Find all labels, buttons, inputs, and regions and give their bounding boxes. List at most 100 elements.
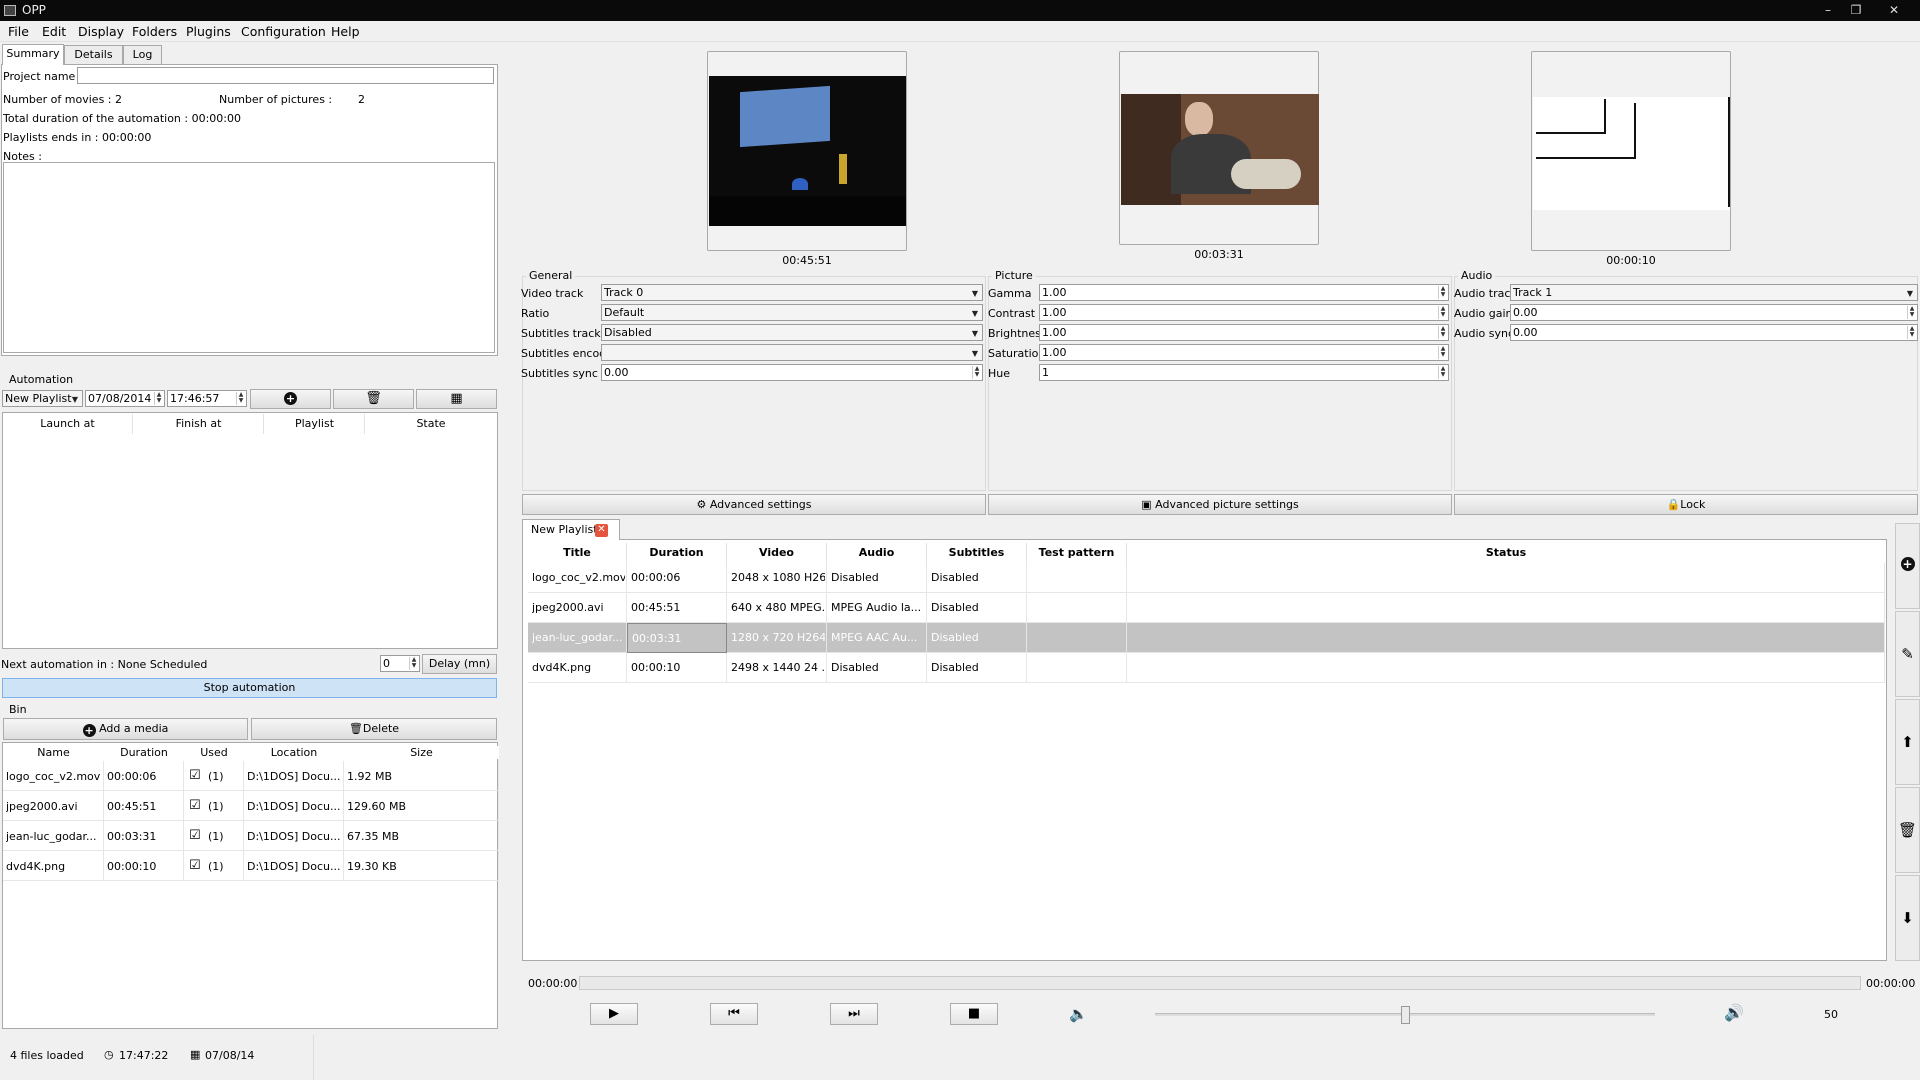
notes-textarea[interactable] [3, 162, 495, 353]
bin-cell-duration[interactable]: 00:45:51 [104, 791, 184, 821]
col-finish-at[interactable]: Finish at [134, 414, 264, 434]
volume-low-icon[interactable]: 🔈 [1069, 1005, 1088, 1023]
spin-icon[interactable]: ▲ ▼ [1907, 326, 1916, 339]
playlist-cell-subtitles[interactable]: Disabled [927, 593, 1027, 623]
volume-high-icon[interactable]: 🔊 [1724, 1003, 1744, 1022]
delete-automation-button[interactable]: 🗑 [333, 389, 414, 409]
volume-slider[interactable] [1155, 1006, 1655, 1024]
previous-button[interactable]: ⏮ [710, 1003, 758, 1025]
bin-cell-duration[interactable]: 00:00:06 [104, 761, 184, 791]
bin-col-name[interactable]: Name [3, 746, 104, 759]
pl-col-audio[interactable]: Audio [827, 543, 927, 563]
col-playlist[interactable]: Playlist [265, 414, 365, 434]
audio-gain-input[interactable]: 0.00 ▲ ▼ [1510, 304, 1918, 321]
bin-cell-location[interactable]: D:\1DOS] Docu... [244, 761, 344, 791]
spin-icon[interactable]: ▲ ▼ [1438, 326, 1447, 339]
remove-playlist-item-button[interactable]: 🗑 [1895, 787, 1920, 873]
checkbox-checked-icon[interactable]: ☑ [189, 828, 201, 843]
bin-cell-size[interactable]: 1.92 MB [344, 761, 499, 791]
preview-1[interactable] [707, 51, 907, 251]
playlist-cell-subtitles[interactable]: Disabled [927, 653, 1027, 683]
audio-sync-input[interactable]: 0.00 ▲ ▼ [1510, 324, 1918, 341]
bin-col-location[interactable]: Location [244, 746, 344, 759]
preview-2[interactable] [1119, 51, 1319, 245]
playlist-cell-title[interactable]: dvd4K.png [528, 653, 627, 683]
checkbox-checked-icon[interactable]: ☑ [189, 858, 201, 873]
bin-col-duration[interactable]: Duration [104, 746, 184, 759]
playlist-cell-video[interactable]: 1280 x 720 H264... [727, 623, 827, 653]
stop-automation-button[interactable]: Stop automation [2, 678, 497, 698]
menu-folders[interactable]: Folders [132, 24, 177, 39]
bin-cell-location[interactable]: D:\1DOS] Docu... [244, 821, 344, 851]
gamma-input[interactable]: 1.00 ▲ ▼ [1039, 284, 1449, 301]
saturation-input[interactable]: 1.00 ▲ ▼ [1039, 344, 1449, 361]
col-state[interactable]: State [366, 414, 496, 434]
tab-new-playlist[interactable]: New Playlist ✕ [522, 519, 620, 540]
pl-col-subtitles[interactable]: Subtitles [927, 543, 1027, 563]
play-button[interactable]: ▶ [590, 1003, 638, 1025]
playlist-cell-status[interactable] [1127, 623, 1885, 653]
playlist-select[interactable]: New Playlist ▼ [2, 390, 83, 407]
bin-cell-used[interactable]: (1) ☑ [184, 821, 244, 851]
move-up-button[interactable]: ⬆ [1895, 699, 1920, 785]
spin-icon[interactable]: ▲ ▼ [1438, 286, 1447, 299]
add-to-playlist-button[interactable]: + [1895, 523, 1920, 609]
subtitles-encode-select[interactable]: ▼ [601, 344, 983, 361]
playlist-cell-test[interactable] [1027, 593, 1127, 623]
time-spin-icon[interactable]: ▲ ▼ [236, 392, 245, 405]
menu-file[interactable]: File [8, 24, 29, 39]
col-launch-at[interactable]: Launch at [3, 414, 133, 434]
close-tab-icon[interactable]: ✕ [595, 524, 608, 537]
checkbox-checked-icon[interactable]: ☑ [189, 768, 201, 783]
pl-col-test-pattern[interactable]: Test pattern [1027, 543, 1127, 563]
add-media-button[interactable]: + Add a media [3, 718, 248, 740]
bin-cell-location[interactable]: D:\1DOS] Docu... [244, 851, 344, 881]
pl-col-status[interactable]: Status [1127, 543, 1885, 563]
bin-cell-size[interactable]: 67.35 MB [344, 821, 499, 851]
subtitles-track-select[interactable]: Disabled ▼ [601, 324, 983, 341]
bin-cell-used[interactable]: (1) ☑ [184, 791, 244, 821]
playlist-cell-audio[interactable]: MPEG Audio la... [827, 593, 927, 623]
menu-configuration[interactable]: Configuration [241, 24, 326, 39]
playlist-cell-duration[interactable]: 00:03:31 [627, 623, 727, 653]
bin-cell-size[interactable]: 19.30 KB [344, 851, 499, 881]
maximize-button[interactable]: ❐ [1844, 1, 1868, 19]
pl-col-video[interactable]: Video [727, 543, 827, 563]
playlist-cell-audio[interactable]: Disabled [827, 563, 927, 593]
playlist-cell-video[interactable]: 640 x 480 MPEG... [727, 593, 827, 623]
menu-plugins[interactable]: Plugins [186, 24, 231, 39]
playlist-cell-test[interactable] [1027, 653, 1127, 683]
delay-input[interactable]: 0 ▲ ▼ [380, 655, 420, 672]
playlist-cell-duration[interactable]: 00:00:10 [627, 653, 727, 683]
close-button[interactable]: ✕ [1882, 1, 1906, 19]
tab-summary[interactable]: Summary [2, 44, 64, 65]
tab-log[interactable]: Log [123, 45, 162, 64]
playlist-cell-audio[interactable]: MPEG AAC Au... [827, 623, 927, 653]
bin-cell-duration[interactable]: 00:03:31 [104, 821, 184, 851]
tab-details[interactable]: Details [64, 45, 123, 64]
contrast-input[interactable]: 1.00 ▲ ▼ [1039, 304, 1449, 321]
advanced-settings-button[interactable]: ⚙ Advanced settings [522, 494, 986, 515]
automation-time-input[interactable]: 17:46:57 ▲ ▼ [167, 390, 247, 407]
playlist-cell-duration[interactable]: 00:00:06 [627, 563, 727, 593]
audio-track-select[interactable]: Track 1 ▼ [1510, 284, 1918, 301]
playlist-cell-status[interactable] [1127, 593, 1885, 623]
playlist-cell-title[interactable]: jpeg2000.avi [528, 593, 627, 623]
subtitles-sync-input[interactable]: 0.00 ▲ ▼ [601, 364, 983, 381]
playlist-cell-video[interactable]: 2498 x 1440 24 ... [727, 653, 827, 683]
seek-bar[interactable] [579, 976, 1861, 990]
bin-cell-name[interactable]: jpeg2000.avi [3, 791, 104, 821]
spin-icon[interactable]: ▲ ▼ [972, 366, 981, 379]
preview-3[interactable] [1531, 51, 1731, 251]
bin-cell-duration[interactable]: 00:00:10 [104, 851, 184, 881]
calendar-button[interactable]: ▦ [416, 389, 497, 409]
playlist-cell-title[interactable]: logo_coc_v2.mov [528, 563, 627, 593]
spin-icon[interactable]: ▲ ▼ [1438, 366, 1447, 379]
date-spin-icon[interactable]: ▲ ▼ [154, 392, 163, 405]
bin-cell-location[interactable]: D:\1DOS] Docu... [244, 791, 344, 821]
bin-cell-used[interactable]: (1) ☑ [184, 761, 244, 791]
hue-input[interactable]: 1 ▲ ▼ [1039, 364, 1449, 381]
pl-col-duration[interactable]: Duration [627, 543, 727, 563]
delay-spin-icon[interactable]: ▲ ▼ [409, 657, 418, 670]
add-automation-button[interactable]: + [250, 389, 331, 409]
